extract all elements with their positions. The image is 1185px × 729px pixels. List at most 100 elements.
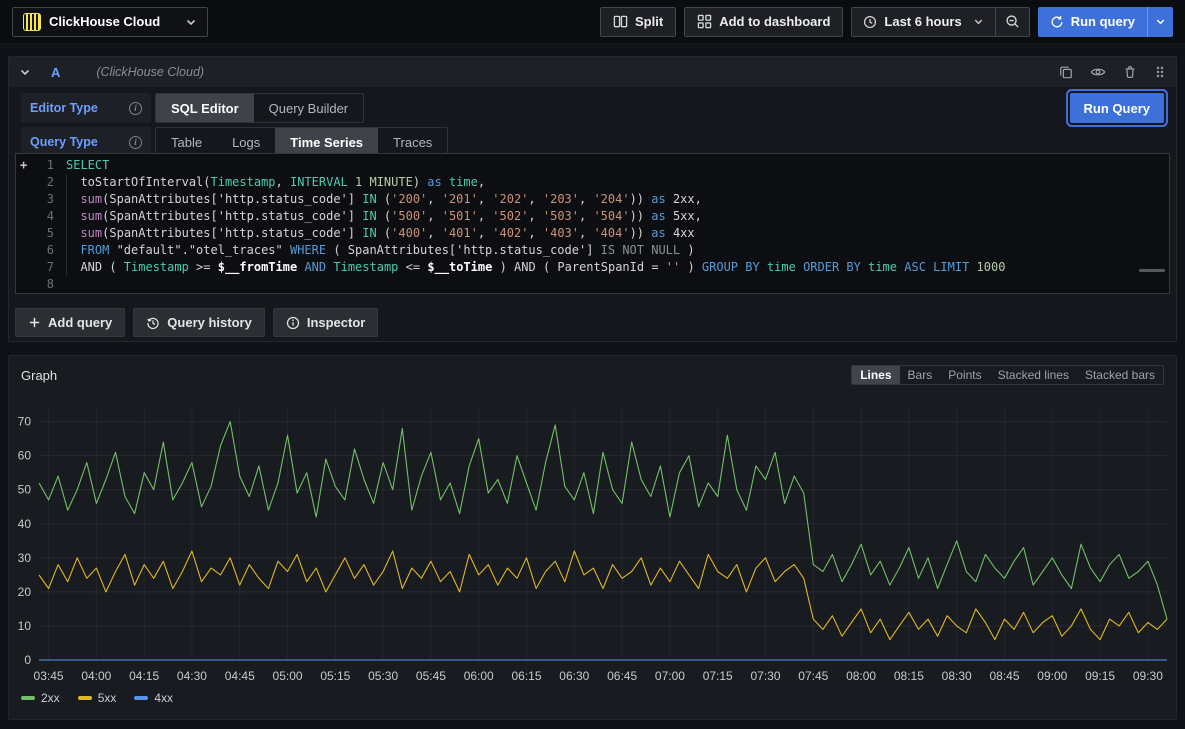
y-tick-label: 50 bbox=[18, 483, 32, 497]
datasource-name: ClickHouse Cloud bbox=[49, 14, 177, 29]
code-line[interactable]: 3 sum(SpanAttributes['http.status_code']… bbox=[16, 191, 1169, 208]
graph-mode-points[interactable]: Points bbox=[940, 366, 989, 384]
add-query-label: Add query bbox=[48, 315, 112, 330]
line-number: 7 bbox=[16, 259, 54, 276]
graph-panel: Graph LinesBarsPointsStacked linesStacke… bbox=[8, 355, 1177, 720]
time-range-button[interactable]: Last 6 hours bbox=[852, 8, 994, 36]
query-history-label: Query history bbox=[167, 315, 252, 330]
x-tick-label: 07:15 bbox=[703, 669, 733, 683]
drag-handle-icon[interactable] bbox=[1154, 65, 1166, 79]
editor-hscrollbar[interactable] bbox=[1139, 269, 1165, 272]
history-icon bbox=[146, 316, 160, 330]
inspector-button[interactable]: Inspector bbox=[273, 308, 379, 337]
editor-type-label: Editor Type bbox=[30, 101, 98, 115]
run-query-dropdown[interactable] bbox=[1147, 7, 1173, 37]
indent-guide bbox=[66, 174, 67, 276]
split-button[interactable]: Split bbox=[600, 7, 676, 37]
toolbar-actions: Split Add to dashboard Last 6 hours bbox=[600, 7, 1173, 37]
delete-query-icon[interactable] bbox=[1123, 65, 1137, 79]
x-tick-label: 06:45 bbox=[607, 669, 637, 683]
code-line[interactable]: 6 FROM "default"."otel_traces" WHERE ( S… bbox=[16, 242, 1169, 259]
time-range-label: Last 6 hours bbox=[884, 14, 961, 29]
y-tick-label: 20 bbox=[18, 585, 32, 599]
time-series-chart[interactable]: 01020304050607003:4504:0004:1504:3004:45… bbox=[9, 396, 1178, 705]
time-picker-group: Last 6 hours bbox=[851, 7, 1029, 37]
search-minus-icon bbox=[1005, 14, 1020, 29]
add-to-dashboard-label: Add to dashboard bbox=[719, 14, 830, 29]
code-line[interactable]: 1+SELECT bbox=[16, 157, 1169, 174]
query-type-option-time-series[interactable]: Time Series bbox=[275, 128, 378, 156]
collapse-chevron-icon[interactable] bbox=[19, 66, 31, 78]
line-number: 2 bbox=[16, 174, 54, 191]
graph-mode-stacked-bars[interactable]: Stacked bars bbox=[1077, 366, 1163, 384]
legend-item-4xx[interactable]: 4xx bbox=[134, 691, 173, 705]
line-number: 4 bbox=[16, 208, 54, 225]
legend-item-5xx[interactable]: 5xx bbox=[78, 691, 117, 705]
series-line-2xx bbox=[39, 422, 1167, 619]
editor-type-label-chip: Editor Type i bbox=[21, 93, 151, 123]
info-icon[interactable]: i bbox=[129, 102, 142, 115]
graph-panel-header: Graph LinesBarsPointsStacked linesStacke… bbox=[9, 356, 1176, 385]
split-pane-icon bbox=[613, 14, 628, 29]
datasource-picker[interactable]: ClickHouse Cloud bbox=[12, 7, 208, 37]
zoom-out-time-button[interactable] bbox=[995, 8, 1029, 36]
legend-label: 4xx bbox=[154, 691, 173, 705]
chevron-down-icon bbox=[973, 16, 984, 27]
code-line[interactable]: 7 AND ( Timestamp >= $__fromTime AND Tim… bbox=[16, 259, 1169, 276]
query-type-option-table[interactable]: Table bbox=[156, 128, 217, 156]
editor-type-option-sql-editor[interactable]: SQL Editor bbox=[156, 94, 254, 122]
explore-toolbar: ClickHouse Cloud Split Add to dashboard … bbox=[0, 0, 1185, 44]
x-tick-label: 06:30 bbox=[559, 669, 589, 683]
graph-mode-bars[interactable]: Bars bbox=[900, 366, 941, 384]
y-tick-label: 10 bbox=[18, 619, 32, 633]
refresh-icon bbox=[1050, 15, 1064, 29]
graph-mode-stacked-lines[interactable]: Stacked lines bbox=[990, 366, 1077, 384]
editor-type-option-query-builder[interactable]: Query Builder bbox=[254, 94, 363, 122]
y-tick-label: 0 bbox=[24, 653, 31, 667]
toggle-visibility-icon[interactable] bbox=[1090, 65, 1106, 79]
graph-mode-lines[interactable]: Lines bbox=[852, 366, 899, 384]
x-tick-label: 05:15 bbox=[320, 669, 350, 683]
query-row-header: A (ClickHouse Cloud) bbox=[9, 57, 1176, 87]
legend-label: 2xx bbox=[41, 691, 60, 705]
legend-item-2xx[interactable]: 2xx bbox=[21, 691, 60, 705]
line-number: 5 bbox=[16, 225, 54, 242]
x-tick-label: 04:45 bbox=[225, 669, 255, 683]
chevron-down-icon bbox=[185, 16, 197, 28]
query-history-button[interactable]: Query history bbox=[133, 308, 265, 337]
run-query-button[interactable]: Run query bbox=[1038, 7, 1147, 37]
query-ref-id[interactable]: A bbox=[51, 65, 60, 80]
x-tick-label: 08:15 bbox=[894, 669, 924, 683]
info-icon[interactable]: i bbox=[129, 136, 142, 149]
editor-type-row: Editor Type i SQL EditorQuery Builder bbox=[21, 93, 364, 123]
split-label: Split bbox=[635, 14, 663, 29]
graph-mode-group: LinesBarsPointsStacked linesStacked bars bbox=[851, 365, 1164, 385]
query-type-option-traces[interactable]: Traces bbox=[378, 128, 447, 156]
query-datasource-hint: (ClickHouse Cloud) bbox=[96, 65, 204, 79]
line-number: 6 bbox=[16, 242, 54, 259]
legend-swatch-icon bbox=[134, 696, 148, 700]
clock-icon bbox=[863, 15, 877, 29]
x-tick-label: 05:45 bbox=[416, 669, 446, 683]
line-number: 8 bbox=[16, 276, 54, 293]
query-type-option-logs[interactable]: Logs bbox=[217, 128, 275, 156]
code-line[interactable]: 2 toStartOfInterval(Timestamp, INTERVAL … bbox=[16, 174, 1169, 191]
y-tick-label: 70 bbox=[18, 415, 32, 429]
y-tick-label: 30 bbox=[18, 551, 32, 565]
add-query-button[interactable]: Add query bbox=[15, 308, 125, 337]
code-line[interactable]: 4 sum(SpanAttributes['http.status_code']… bbox=[16, 208, 1169, 225]
x-tick-label: 06:15 bbox=[512, 669, 542, 683]
graph-title: Graph bbox=[21, 368, 57, 383]
x-tick-label: 05:00 bbox=[273, 669, 303, 683]
code-line[interactable]: 5 sum(SpanAttributes['http.status_code']… bbox=[16, 225, 1169, 242]
inspector-label: Inspector bbox=[307, 315, 366, 330]
code-line[interactable]: 8 bbox=[16, 276, 1169, 293]
x-tick-label: 08:00 bbox=[846, 669, 876, 683]
run-query-panel-button[interactable]: Run Query bbox=[1070, 93, 1164, 123]
add-to-dashboard-button[interactable]: Add to dashboard bbox=[684, 7, 843, 37]
duplicate-query-icon[interactable] bbox=[1059, 65, 1073, 79]
chart-canvas[interactable]: 01020304050607003:4504:0004:1504:3004:45… bbox=[9, 396, 1176, 696]
glyph-plus-icon[interactable]: + bbox=[20, 157, 27, 174]
sql-code-editor[interactable]: 1+SELECT2 toStartOfInterval(Timestamp, I… bbox=[15, 153, 1170, 294]
x-tick-label: 04:15 bbox=[129, 669, 159, 683]
